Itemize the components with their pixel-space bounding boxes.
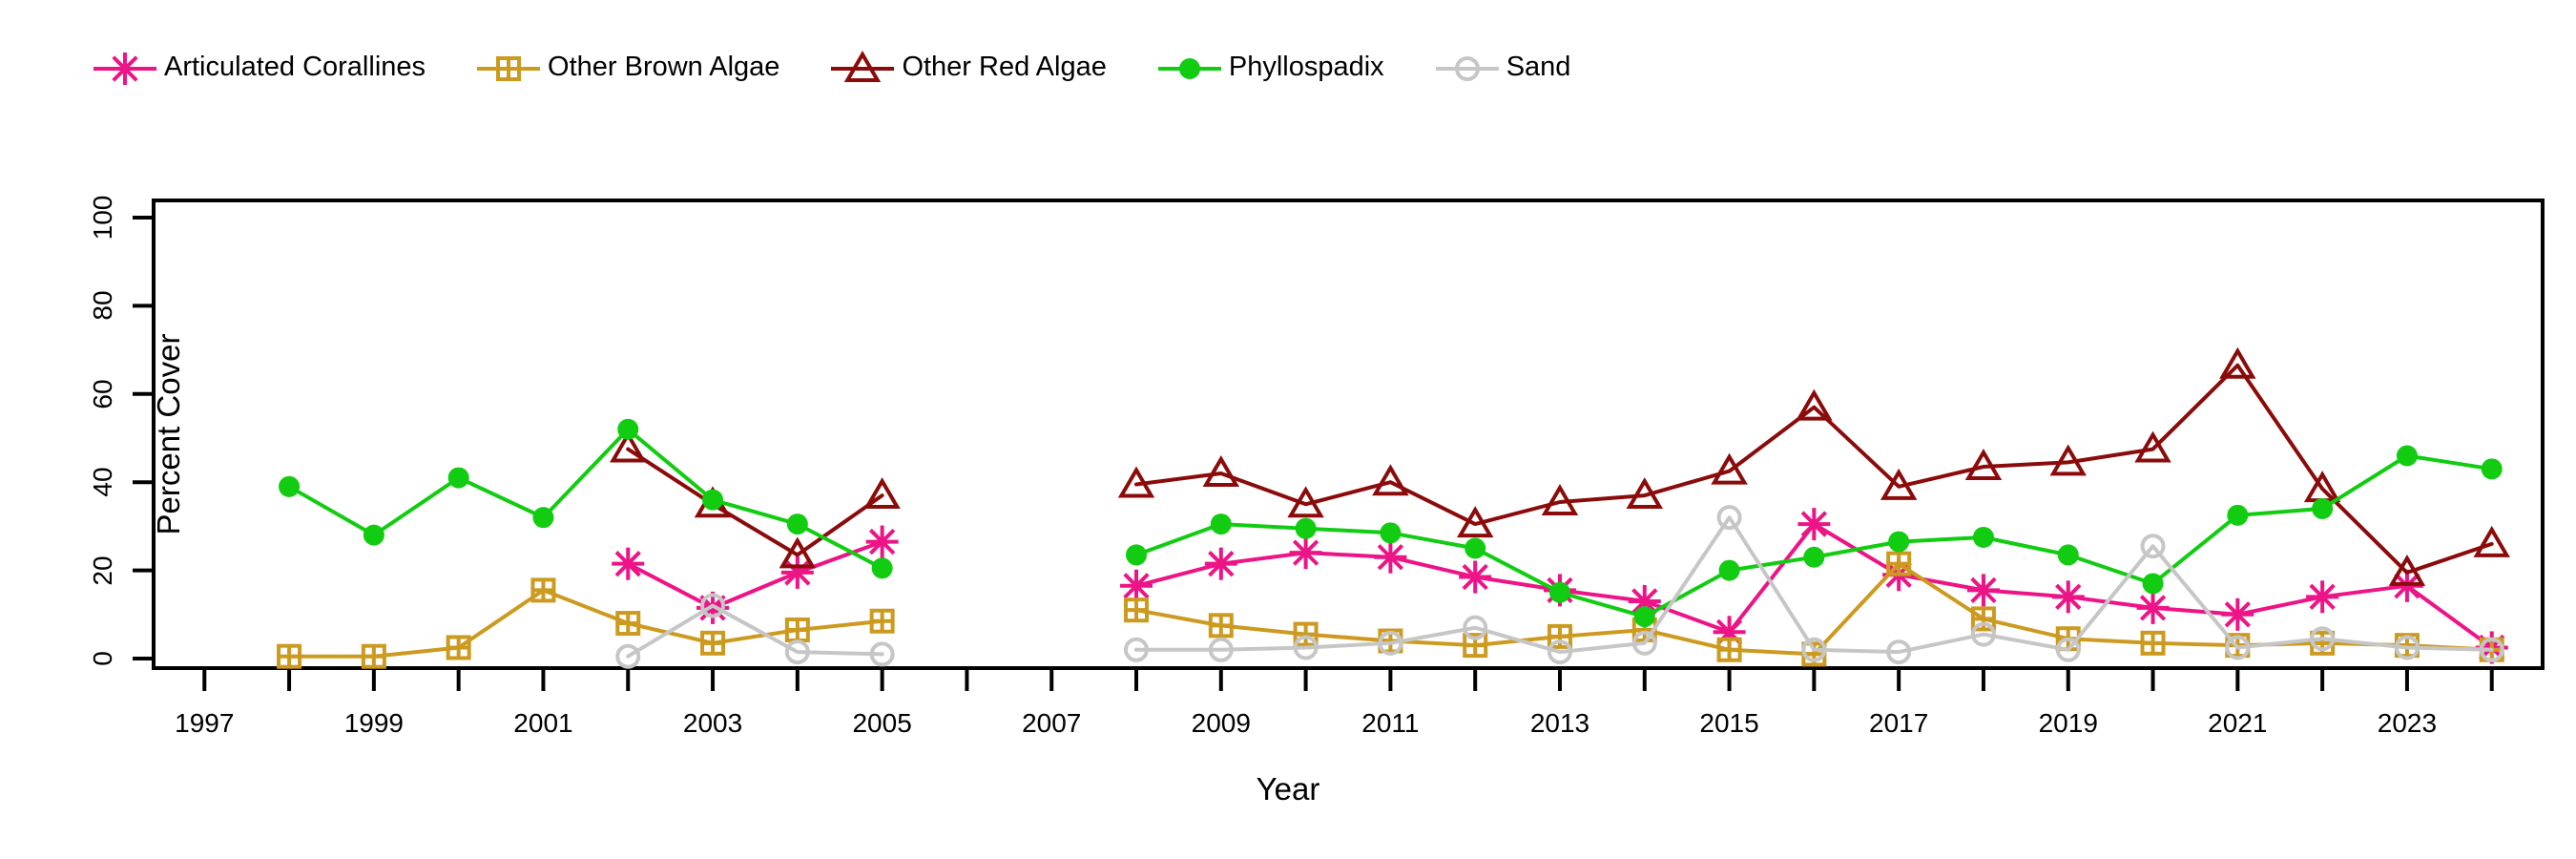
series-other-red-algae <box>610 346 2510 586</box>
data-point <box>1210 513 1232 535</box>
x-tick-label: 2003 <box>682 708 743 738</box>
x-tick-label: 2013 <box>1529 708 1590 738</box>
data-point <box>2142 573 2164 595</box>
data-point <box>2312 497 2334 519</box>
x-tick-label: 2005 <box>852 708 912 738</box>
y-axis-title: Percent Cover <box>151 333 186 535</box>
data-point <box>279 475 301 497</box>
data-point <box>1803 546 1825 568</box>
x-tick-label: 1999 <box>343 708 405 738</box>
y-tick-label: 0 <box>88 651 117 666</box>
series-phyllospadix <box>279 418 2503 628</box>
data-point <box>2396 445 2418 467</box>
series-line <box>626 447 884 557</box>
data-point <box>1380 522 1402 544</box>
data-point <box>2227 504 2249 526</box>
y-tick-label: 100 <box>88 195 117 241</box>
x-tick-label: 2017 <box>1869 708 1929 738</box>
x-tick-label: 2019 <box>2038 708 2098 738</box>
data-point <box>1888 531 1910 553</box>
data-point <box>1548 581 1570 603</box>
y-tick-label: 60 <box>88 379 117 409</box>
data-point <box>1972 526 1994 548</box>
chart-page: Articulated Corallines Other Brown Algae O… <box>0 0 2576 859</box>
data-point <box>1295 517 1317 539</box>
data-point <box>1465 537 1486 559</box>
x-tick-label: 2015 <box>1699 708 1759 738</box>
x-tick-label: 1997 <box>175 708 235 738</box>
plot-frame <box>152 199 2545 670</box>
x-tick-label: 2009 <box>1191 708 1251 738</box>
data-point <box>786 513 808 535</box>
x-tick-label: 2011 <box>1361 708 1420 738</box>
x-tick-label: 2001 <box>513 708 573 738</box>
data-point <box>532 507 554 529</box>
y-tick-label: 20 <box>88 555 117 586</box>
y-tick-label: 80 <box>88 290 117 321</box>
series-line <box>1134 522 2494 650</box>
x-tick-label: 2023 <box>2377 708 2438 738</box>
data-point <box>702 489 724 511</box>
data-point <box>1126 544 1148 566</box>
data-point <box>363 524 384 546</box>
data-point <box>2481 458 2503 480</box>
data-point <box>1718 559 1740 581</box>
data-point <box>871 557 893 579</box>
y-tick-label: 40 <box>88 467 117 497</box>
x-axis-title: Year <box>1256 771 1320 807</box>
data-point <box>1633 606 1655 628</box>
data-point <box>447 467 469 489</box>
data-point <box>617 418 639 440</box>
series-line <box>626 539 884 610</box>
x-tick-label: 2007 <box>1022 708 1082 738</box>
data-point <box>2057 544 2079 566</box>
x-tick-label: 2021 <box>2208 708 2268 738</box>
plot-area: Percent Cover Year 0 20 40 60 80 100 1997 1999 2… <box>0 0 2576 859</box>
